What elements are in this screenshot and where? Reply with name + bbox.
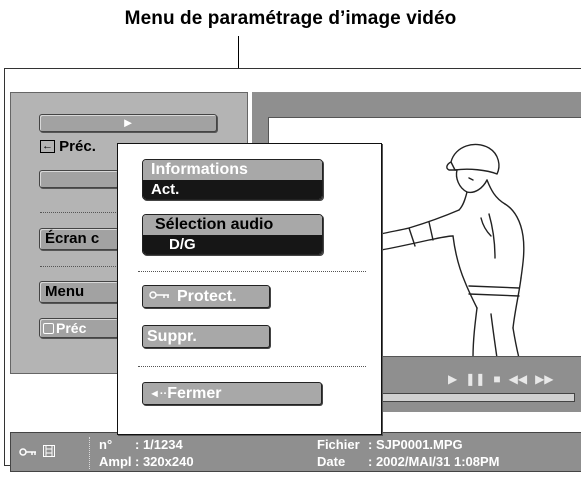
key-icon <box>149 291 169 299</box>
number-value: : 1/1234 <box>135 437 183 452</box>
protect-label: Protect. <box>177 288 237 305</box>
play-button[interactable]: ► <box>39 114 217 132</box>
delete-label: Suppr. <box>147 328 197 345</box>
prev-label-row[interactable]: ← Préc. <box>40 138 96 155</box>
audio-selection-label: Sélection audio <box>143 215 322 235</box>
audio-selection-value: D/G <box>143 235 322 254</box>
video-settings-menu: Informations Act. Sélection audio D/G Pr… <box>117 143 382 435</box>
fast-forward-icon[interactable]: ▶▶ <box>535 371 553 387</box>
divider <box>40 212 118 213</box>
delete-button[interactable]: Suppr. <box>142 325 270 348</box>
close-button[interactable]: ◄··Fermer <box>142 382 322 405</box>
home-icon <box>43 323 54 334</box>
prev-button-label: Préc <box>56 320 87 336</box>
play-icon[interactable]: ▶ <box>448 371 457 387</box>
menu-divider <box>138 271 366 272</box>
film-icon <box>43 445 55 460</box>
hidden-button[interactable] <box>39 170 119 188</box>
menu-button[interactable]: Menu <box>39 281 119 303</box>
pause-icon[interactable]: ❚❚ <box>465 371 485 387</box>
file-label: Fichier <box>317 437 360 452</box>
stop-icon[interactable]: ■ <box>493 371 500 387</box>
diagram-caption: Menu de paramétrage d’image vidéo <box>124 8 457 29</box>
playback-progress-bar[interactable] <box>372 393 575 402</box>
file-value: : SJP0001.MPG <box>368 437 463 452</box>
number-label: n° <box>99 437 113 452</box>
transport-controls: ▶ ❚❚ ■ ◀◀ ▶▶ <box>448 371 554 387</box>
close-label: Fermer <box>167 385 222 402</box>
divider <box>40 266 118 267</box>
information-value: Act. <box>143 180 322 199</box>
back-arrow-icon: ← <box>40 140 55 153</box>
size-value: : 320x240 <box>135 454 194 469</box>
play-arrow-icon: ► <box>121 115 135 130</box>
information-button[interactable]: Informations Act. <box>142 159 323 200</box>
info-separator <box>89 437 90 469</box>
size-label: Ampl <box>99 454 132 469</box>
protect-button[interactable]: Protect. <box>142 285 270 308</box>
prev-button[interactable]: Préc <box>39 318 119 338</box>
audio-selection-button[interactable]: Sélection audio D/G <box>142 214 323 255</box>
date-value: : 2002/MAI/31 1:08PM <box>368 454 500 469</box>
protect-status-icon <box>19 445 37 460</box>
rewind-icon[interactable]: ◀◀ <box>509 371 527 387</box>
prev-label: Préc. <box>59 138 96 155</box>
date-label: Date <box>317 454 346 469</box>
information-label: Informations <box>143 160 322 180</box>
menu-divider <box>138 366 366 367</box>
screen-button[interactable]: Écran c <box>39 228 119 250</box>
close-arrow-icon: ◄·· <box>149 388 168 400</box>
file-info-bar: n° : 1/1234 Ampl : 320x240 Fichier : SJP… <box>10 432 581 472</box>
